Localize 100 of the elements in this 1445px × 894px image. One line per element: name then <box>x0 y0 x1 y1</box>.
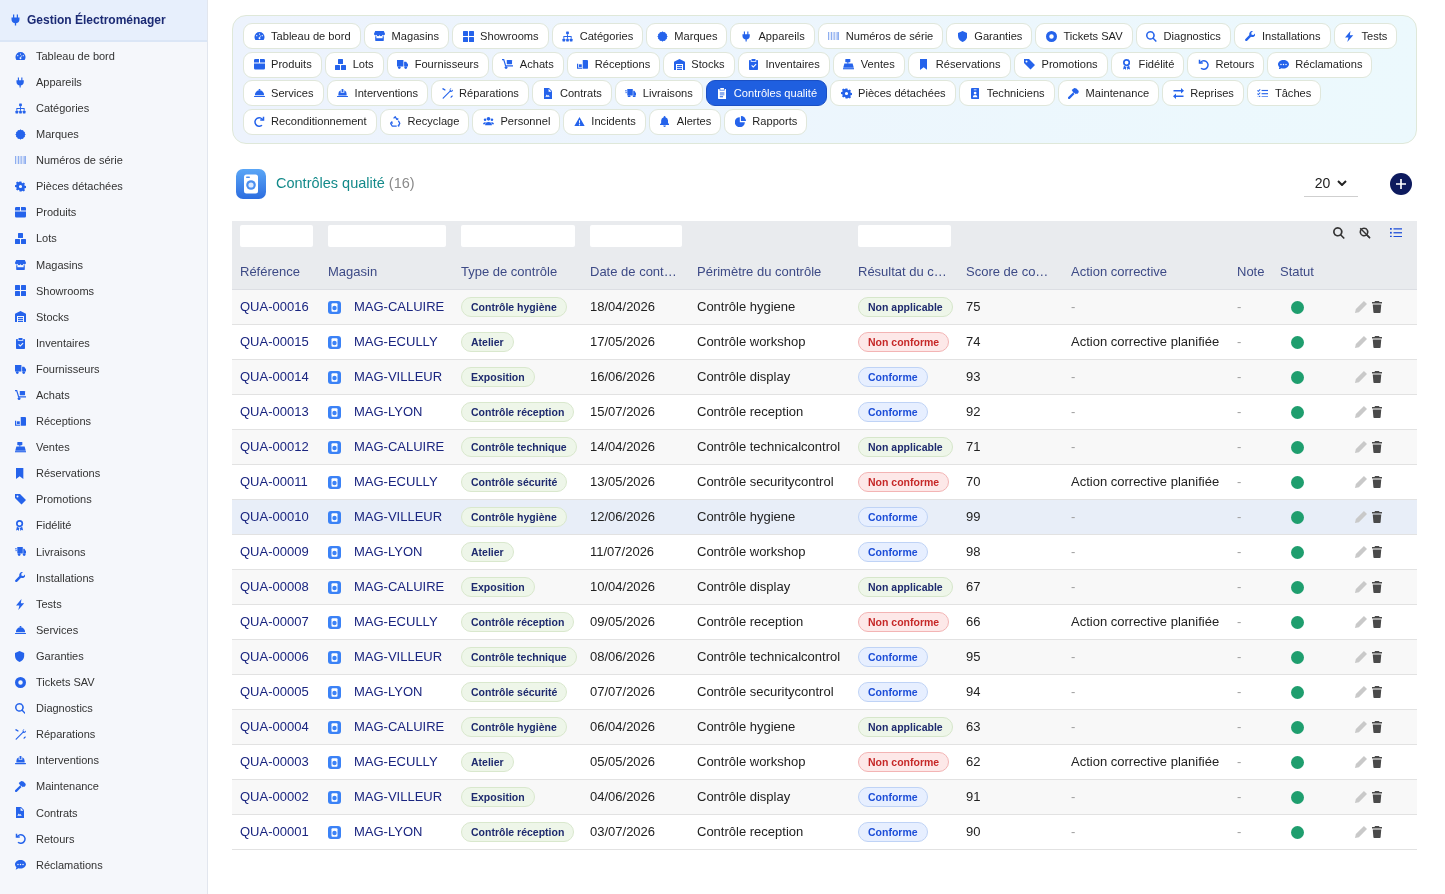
sidebar-link[interactable]: Réclamations <box>0 851 207 878</box>
nav-tab[interactable]: Achats <box>491 51 564 78</box>
nav-tab[interactable]: Tests <box>1333 23 1398 49</box>
sidebar-link[interactable]: Marques <box>0 121 207 148</box>
nav-tab[interactable]: Rapports <box>724 108 808 135</box>
table-row[interactable]: QUA-00006 MAG-VILLEUR Contrôle technique 08/06/2026 Contrôle technicalcontrol Conforme 95 - - <box>232 639 1417 675</box>
reference-link[interactable]: QUA-00014 <box>240 369 309 385</box>
nav-tab[interactable]: Tableau de bord <box>243 23 361 49</box>
trash-icon[interactable] <box>1372 441 1382 453</box>
nav-tab[interactable]: Inventaires <box>737 51 830 78</box>
reference-link[interactable]: QUA-00001 <box>240 824 309 840</box>
sidebar-link[interactable]: Diagnostics <box>0 695 207 722</box>
sidebar-link[interactable]: Inventaires <box>0 330 207 357</box>
store-link[interactable]: MAG-ECULLY <box>354 752 438 772</box>
store-link[interactable]: MAG-ECULLY <box>354 612 438 632</box>
sidebar-link[interactable]: Réservations <box>0 460 207 487</box>
reference-link[interactable]: QUA-00009 <box>240 544 309 560</box>
nav-tab[interactable]: Contrats <box>531 80 612 106</box>
store-link[interactable]: MAG-LYON <box>354 542 423 562</box>
table-row[interactable]: QUA-00008 MAG-CALUIRE Exposition 10/04/2026 Contrôle display Non applicable 67 - - <box>232 569 1417 605</box>
sidebar-link[interactable]: Magasins <box>0 251 207 278</box>
reference-link[interactable]: QUA-00008 <box>240 579 309 595</box>
list-icon[interactable] <box>1390 227 1402 238</box>
nav-tab[interactable]: Retours <box>1187 51 1265 78</box>
sidebar-link[interactable]: Achats <box>0 382 207 409</box>
reference-link[interactable]: QUA-00013 <box>240 404 309 420</box>
table-row[interactable]: QUA-00002 MAG-VILLEUR Exposition 04/06/2026 Contrôle display Conforme 91 - - <box>232 779 1417 815</box>
nav-tab[interactable]: Contrôles qualité <box>705 80 828 106</box>
table-row[interactable]: QUA-00012 MAG-CALUIRE Contrôle technique 14/04/2026 Contrôle technicalcontrol Non applicable 71 - - <box>232 429 1417 465</box>
page-size-select[interactable]: 20 <box>1304 170 1358 197</box>
reference-link[interactable]: QUA-00002 <box>240 789 309 805</box>
nav-tab[interactable]: Showrooms <box>452 23 549 49</box>
nav-tab[interactable]: Garanties <box>946 23 1033 49</box>
nav-tab[interactable]: Fidélité <box>1110 51 1185 78</box>
nav-tab[interactable]: Maintenance <box>1057 80 1160 106</box>
pencil-icon[interactable] <box>1355 581 1367 593</box>
sidebar-link[interactable]: Garanties <box>0 643 207 670</box>
reference-link[interactable]: QUA-00012 <box>240 439 309 455</box>
trash-icon[interactable] <box>1372 546 1382 558</box>
sidebar-link[interactable]: Stocks <box>0 303 207 331</box>
store-link[interactable]: MAG-ECULLY <box>354 332 438 352</box>
table-row[interactable]: QUA-00016 MAG-CALUIRE Contrôle hygiène 18/04/2026 Contrôle hygiene Non applicable 75 - - <box>232 289 1417 325</box>
store-link[interactable]: MAG-VILLEUR <box>354 787 443 807</box>
sidebar-link[interactable]: Promotions <box>0 486 207 513</box>
trash-icon[interactable] <box>1372 371 1382 383</box>
add-button[interactable] <box>1390 172 1412 195</box>
sidebar-link[interactable]: Ventes <box>0 434 207 461</box>
nav-tab[interactable]: Incidents <box>563 108 646 135</box>
pencil-icon[interactable] <box>1355 826 1367 838</box>
sidebar-link[interactable]: Contrats <box>0 799 207 826</box>
nav-tab[interactable]: Marques <box>646 23 728 49</box>
pencil-icon[interactable] <box>1355 791 1367 803</box>
nav-tab[interactable]: Promotions <box>1013 51 1108 78</box>
pencil-icon[interactable] <box>1355 686 1367 698</box>
trash-icon[interactable] <box>1372 791 1382 803</box>
search-off-icon[interactable] <box>1359 226 1371 239</box>
trash-icon[interactable] <box>1372 581 1382 593</box>
nav-tab[interactable]: Magasins <box>363 23 450 49</box>
nav-tab[interactable]: Ventes <box>832 51 905 78</box>
store-link[interactable]: MAG-CALUIRE <box>354 577 445 597</box>
nav-tab[interactable]: Produits <box>243 51 322 78</box>
table-row[interactable]: QUA-00001 MAG-LYON Contrôle réception 03/07/2026 Contrôle reception Conforme 90 - - <box>232 814 1417 850</box>
trash-icon[interactable] <box>1372 616 1382 628</box>
search-icon[interactable] <box>1333 226 1345 239</box>
trash-icon[interactable] <box>1372 476 1382 488</box>
sidebar-link[interactable]: Appareils <box>0 69 207 96</box>
table-row[interactable]: QUA-00005 MAG-LYON Contrôle sécurité 07/07/2026 Contrôle securitycontrol Conforme 94 - - <box>232 674 1417 710</box>
sidebar-link[interactable]: Maintenance <box>0 773 207 800</box>
reference-link[interactable]: QUA-00015 <box>240 334 309 350</box>
nav-tab[interactable]: Lots <box>324 51 384 78</box>
pencil-icon[interactable] <box>1355 301 1367 313</box>
pencil-icon[interactable] <box>1355 546 1367 558</box>
nav-tab[interactable]: Diagnostics <box>1135 23 1231 49</box>
store-link[interactable]: MAG-LYON <box>354 402 423 422</box>
nav-tab[interactable]: Réceptions <box>566 51 661 78</box>
sidebar-link[interactable]: Services <box>0 617 207 644</box>
sidebar-link[interactable]: Interventions <box>0 747 207 774</box>
sidebar-link[interactable]: Pièces détachées <box>0 173 207 200</box>
table-row[interactable]: QUA-00013 MAG-LYON Contrôle réception 15/07/2026 Contrôle reception Conforme 92 - - <box>232 394 1417 430</box>
trash-icon[interactable] <box>1372 721 1382 733</box>
table-row[interactable]: QUA-00009 MAG-LYON Atelier 11/07/2026 Contrôle workshop Conforme 98 - - <box>232 534 1417 570</box>
table-row[interactable]: QUA-00014 MAG-VILLEUR Exposition 16/06/2026 Contrôle display Conforme 93 - - <box>232 359 1417 395</box>
reference-link[interactable]: QUA-00007 <box>240 614 309 630</box>
nav-tab[interactable]: Tâches <box>1246 80 1322 106</box>
nav-tab[interactable]: Stocks <box>663 51 735 78</box>
sidebar-link[interactable]: Produits <box>0 199 207 226</box>
table-row[interactable]: QUA-00004 MAG-CALUIRE Contrôle hygiène 06/04/2026 Contrôle hygiene Non applicable 63 - - <box>232 709 1417 745</box>
nav-tab[interactable]: Fournisseurs <box>386 51 489 78</box>
sidebar-link[interactable]: Fournisseurs <box>0 356 207 383</box>
pencil-icon[interactable] <box>1355 406 1367 418</box>
table-row[interactable]: QUA-00003 MAG-ECULLY Atelier 05/05/2026 Contrôle workshop Non conforme 62 Action corrective planifiée - <box>232 744 1417 780</box>
trash-icon[interactable] <box>1372 336 1382 348</box>
trash-icon[interactable] <box>1372 511 1382 523</box>
sidebar-link[interactable]: Tests <box>0 590 207 618</box>
trash-icon[interactable] <box>1372 301 1382 313</box>
reference-link[interactable]: QUA-00010 <box>240 509 309 525</box>
nav-tab[interactable]: Pièces détachées <box>830 80 956 106</box>
sidebar-link[interactable]: Réceptions <box>0 408 207 435</box>
sidebar-link[interactable]: Réparations <box>0 721 207 748</box>
nav-tab[interactable]: Recyclage <box>379 108 470 135</box>
